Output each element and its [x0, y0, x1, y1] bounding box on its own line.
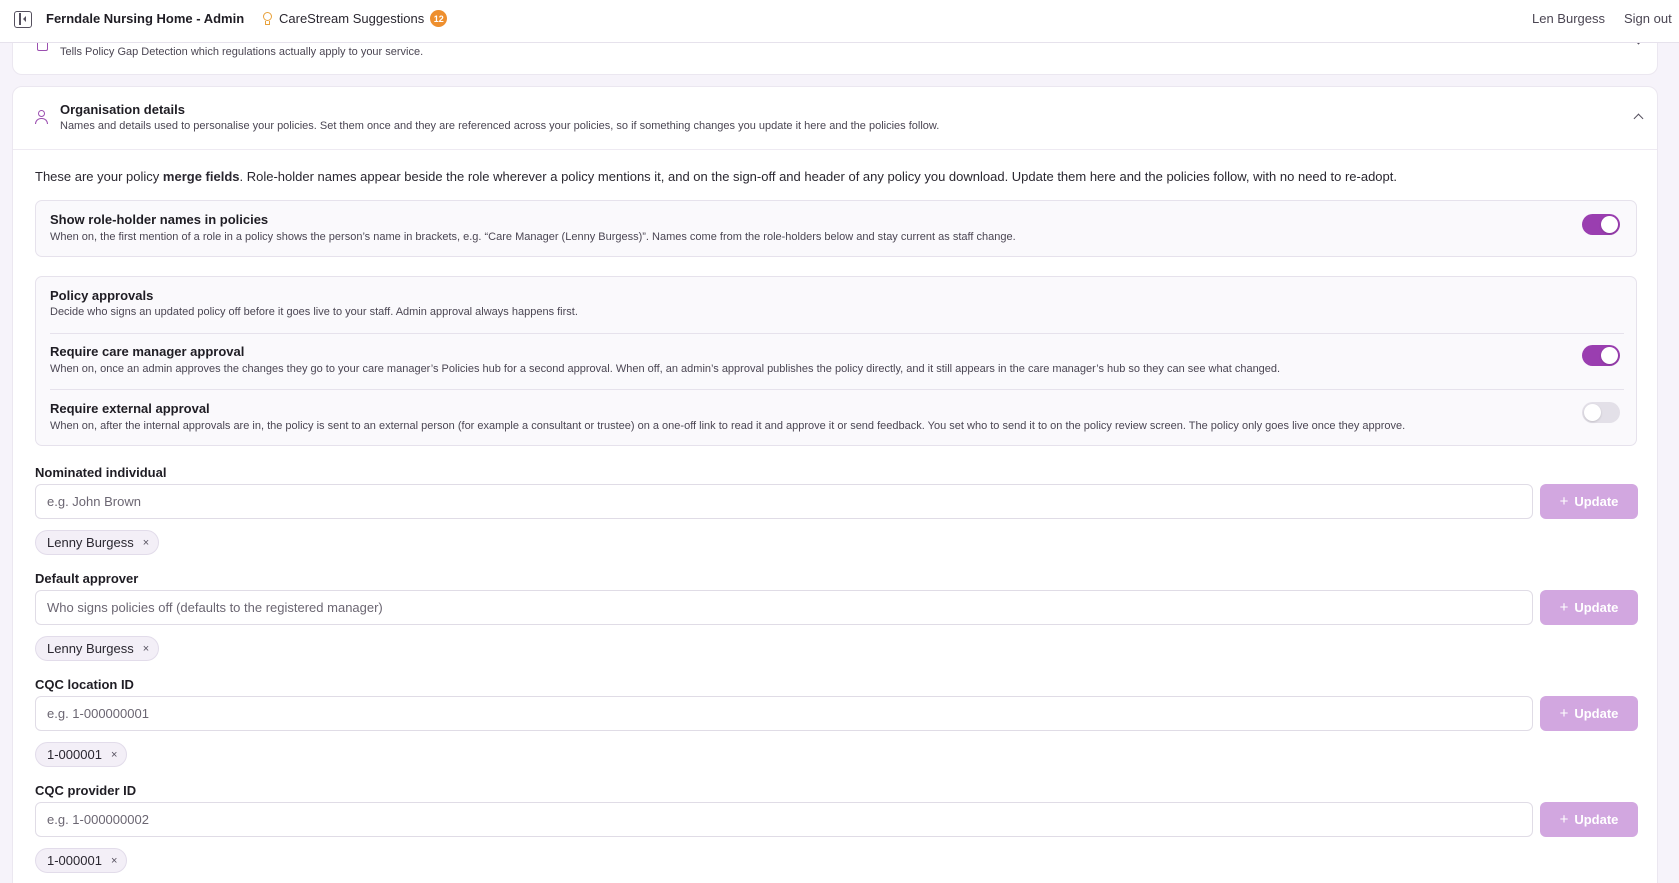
- sign-out-link[interactable]: Sign out: [1624, 11, 1672, 26]
- suggestions-label: CareStream Suggestions: [279, 11, 425, 26]
- approvals-description: Decide who signs an updated policy off b…: [50, 306, 578, 318]
- close-icon[interactable]: ×: [143, 643, 149, 655]
- plus-icon: +: [1559, 599, 1569, 616]
- external-approval-description: When on, after the internal approvals ar…: [50, 420, 1406, 432]
- plus-icon: +: [1559, 811, 1569, 828]
- cqc-provider-id-input[interactable]: [35, 802, 1533, 837]
- lightbulb-icon: [262, 11, 273, 27]
- section-description: Names and details used to personalise yo…: [60, 120, 940, 132]
- close-icon[interactable]: ×: [111, 749, 117, 761]
- close-icon[interactable]: ×: [111, 855, 117, 867]
- role-names-setting: Show role-holder names in policies When …: [35, 200, 1637, 257]
- default-approver-update-button[interactable]: + Update: [1540, 590, 1638, 625]
- default-approver-label: Default approver: [35, 571, 139, 586]
- cqc-location-id-input[interactable]: [35, 696, 1533, 731]
- top-bar: Ferndale Nursing Home - Admin CareStream…: [0, 0, 1679, 43]
- nominated-individual-chip: Lenny Burgess ×: [35, 530, 160, 555]
- suggestions-count-badge: 12: [430, 10, 448, 27]
- section-description: Tells Policy Gap Detection which regulat…: [60, 46, 424, 58]
- organisation-details-card: Organisation details Names and details u…: [12, 86, 1658, 883]
- user-icon: [35, 110, 48, 124]
- suggestions-button[interactable]: CareStream Suggestions 12: [262, 10, 448, 27]
- plus-icon: +: [1559, 705, 1569, 722]
- policy-approvals-box: Policy approvals Decide who signs an upd…: [35, 276, 1637, 446]
- user-name[interactable]: Len Burgess: [1532, 11, 1605, 26]
- organisation-details-header[interactable]: Organisation details Names and details u…: [13, 87, 1657, 150]
- merge-fields-intro: These are your policy merge fields. Role…: [35, 169, 1397, 184]
- app-title: Ferndale Nursing Home - Admin: [46, 11, 245, 26]
- chevron-up-icon[interactable]: [1633, 113, 1644, 124]
- nominated-individual-update-button[interactable]: + Update: [1540, 484, 1638, 519]
- divider: [50, 389, 1624, 390]
- external-approval-title: Require external approval: [50, 401, 210, 416]
- divider: [50, 333, 1624, 334]
- cqc-provider-id-chip: 1-000001 ×: [35, 848, 128, 873]
- merge-fields-emphasis: merge fields: [162, 169, 240, 184]
- cqc-location-id-label: CQC location ID: [35, 677, 134, 692]
- cqc-location-id-update-button[interactable]: + Update: [1540, 696, 1638, 731]
- default-approver-chip: Lenny Burgess ×: [35, 636, 160, 661]
- cqc-provider-id-label: CQC provider ID: [35, 783, 137, 798]
- cqc-provider-id-update-button[interactable]: + Update: [1540, 802, 1638, 837]
- plus-icon: +: [1559, 493, 1569, 510]
- setting-description: When on, the first mention of a role in …: [50, 231, 1016, 243]
- care-manager-approval-title: Require care manager approval: [50, 344, 245, 359]
- approvals-title: Policy approvals: [50, 288, 154, 303]
- close-icon[interactable]: ×: [143, 537, 149, 549]
- role-names-toggle[interactable]: [1582, 214, 1620, 235]
- care-manager-approval-toggle[interactable]: [1582, 345, 1620, 366]
- cqc-location-id-chip: 1-000001 ×: [35, 742, 128, 767]
- nominated-individual-input[interactable]: [35, 484, 1533, 519]
- section-title: Organisation details: [60, 102, 185, 117]
- care-manager-approval-description: When on, once an admin approves the chan…: [50, 363, 1281, 375]
- setting-title: Show role-holder names in policies: [50, 212, 269, 227]
- external-approval-toggle[interactable]: [1582, 402, 1620, 423]
- sidebar-toggle-icon[interactable]: [14, 11, 32, 28]
- default-approver-input[interactable]: [35, 590, 1533, 625]
- nominated-individual-label: Nominated individual: [35, 465, 167, 480]
